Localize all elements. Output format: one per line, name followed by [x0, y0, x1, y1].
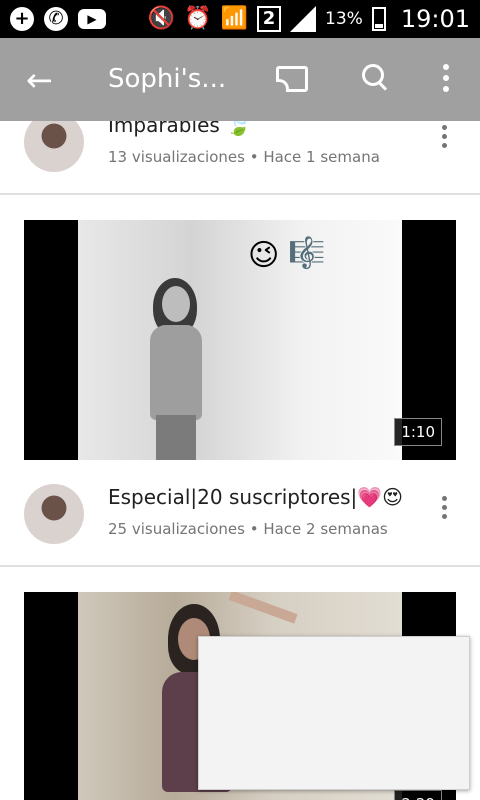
video-meta: 13 visualizaciones • Hace 1 semana — [108, 148, 380, 166]
battery-percent: 13% — [325, 9, 363, 29]
video-duration: 2:29 — [394, 790, 442, 800]
battery-icon — [371, 7, 386, 31]
video-meta: 25 visualizaciones • Hace 2 semanas — [108, 520, 388, 538]
video-title[interactable]: Imparables 🍃 — [108, 121, 251, 137]
video-info-row[interactable]: Especial|20 suscriptores|💗😍 25 visualiza… — [0, 460, 480, 564]
signal-icon — [290, 6, 317, 32]
channel-title: Sophi's... — [108, 64, 227, 94]
video-menu-icon[interactable] — [438, 125, 450, 153]
divider — [0, 193, 480, 195]
wifi-icon: 📶 — [220, 6, 249, 31]
video-duration: 1:10 — [394, 418, 442, 446]
search-icon[interactable] — [362, 64, 388, 90]
avatar[interactable] — [24, 121, 84, 172]
thumbnail-image: 😉 🎼 — [78, 220, 402, 460]
arrow-left-icon[interactable]: ← — [26, 60, 66, 100]
cast-icon[interactable] — [276, 66, 308, 92]
divider — [0, 565, 480, 567]
music-score-emoji: 🎼 — [288, 236, 326, 271]
more-vert-icon[interactable] — [436, 64, 456, 94]
video-thumbnail[interactable]: 😉 🎼 1:10 — [24, 220, 456, 460]
avatar[interactable] — [24, 484, 84, 544]
whatsapp-icon: ✆ — [44, 7, 68, 31]
alarm-icon: ⏰ — [184, 6, 212, 31]
plus-icon: + — [10, 7, 34, 31]
video-title[interactable]: Especial|20 suscriptores|💗😍 — [108, 485, 403, 509]
youtube-icon: ▶ — [78, 9, 106, 29]
clock: 19:01 — [400, 5, 470, 33]
mute-icon: 🔇 — [147, 6, 176, 31]
status-bar: + ✆ ▶ 🔇 ⏰ 📶 2 13% 19:01 — [0, 0, 480, 38]
video-menu-icon[interactable] — [438, 496, 450, 524]
sim-icon: 2 — [257, 6, 282, 32]
wink-emoji: 😉 — [248, 238, 280, 273]
overlay-card[interactable] — [198, 636, 470, 790]
video-info-row[interactable]: Imparables 🍃 13 visualizaciones • Hace 1… — [0, 121, 480, 193]
app-bar: ← Sophi's... — [0, 38, 480, 121]
